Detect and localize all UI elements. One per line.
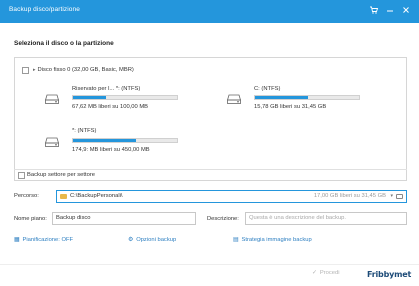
browse-folder-icon[interactable] [396,194,403,199]
partition-name[interactable]: Riservato per l... *: (NTFS) [72,86,140,92]
path-value: C:\BackupPersonali\ [70,193,123,199]
description-field[interactable]: Questa è una descrizione del backup. [245,212,407,225]
title-bar: Backup disco/partizione [0,0,419,23]
partition-info: 15,78 GB liberi su 31,45 GB [254,104,327,110]
gear-icon: ⚙ [128,237,134,243]
sector-backup-checkbox[interactable] [18,172,25,179]
page-heading: Seleziona il disco o la partizione [14,40,114,47]
partition-usage-fill [255,96,309,99]
chevron-down-icon[interactable]: ▾ [390,191,393,202]
backup-options-link[interactable]: ⚙ Opzioni backup [128,237,176,243]
plan-name-field[interactable]: Backup disco [52,212,196,225]
partition-usage-bar [72,95,178,100]
minimize-button[interactable] [385,5,395,15]
partition-usage-fill [73,96,107,99]
calendar-icon: ▦ [14,237,20,243]
cart-icon[interactable] [369,5,379,15]
description-label: Descrizione: [207,216,239,222]
drive-icon [44,94,60,104]
proceed-label: Procedi [319,270,340,276]
disk-label: Disco fisso 0 (32,00 GB, Basic, MBR) [37,67,134,73]
sector-backup-label: Backup settore per settore [27,172,95,178]
disk-panel [14,57,407,181]
path-free-space: 17,00 GB liberi su 31,45 GB [313,193,386,199]
image-strategy-label: Strategia immagine backup [241,237,312,243]
image-strategy-link[interactable]: ▤ Strategia immagine backup [233,237,312,243]
path-field[interactable]: C:\BackupPersonali\ 17,00 GB liberi su 3… [56,190,407,203]
expand-icon[interactable]: ▸ [33,67,36,73]
partition-usage-bar [254,95,360,100]
partition-info: 67,62 MB liberi su 100,00 MB [72,104,149,110]
window-title: Backup disco/partizione [9,6,80,13]
strategy-icon: ▤ [233,237,239,243]
proceed-button[interactable]: ✓ Procedi [312,270,340,276]
close-button[interactable] [401,5,411,15]
disk-header[interactable]: ▸ Disco fisso 0 (32,00 GB, Basic, MBR) [33,67,134,73]
watermark: Fribbymet [367,270,412,279]
partition-usage-fill [73,139,137,142]
plan-name-label: Nome piano: [14,216,47,222]
partition-usage-bar [72,138,178,143]
drive-icon [44,137,60,147]
schedule-link[interactable]: ▦ Pianificazione: OFF [14,237,73,243]
disk-checkbox[interactable] [22,67,29,74]
bottom-bar [0,264,419,286]
schedule-label: Pianificazione: OFF [22,237,74,243]
backup-options-label: Opzioni backup [136,237,177,243]
drive-icon [226,94,242,104]
path-label: Percorso: [14,193,39,199]
folder-icon [60,194,67,199]
partition-name[interactable]: C: (NTFS) [254,86,280,92]
partition-info: 174,9: MB liberi su 450,00 MB [72,147,150,153]
partition-name[interactable]: *: (NTFS) [72,128,96,134]
check-icon: ✓ [312,270,317,276]
